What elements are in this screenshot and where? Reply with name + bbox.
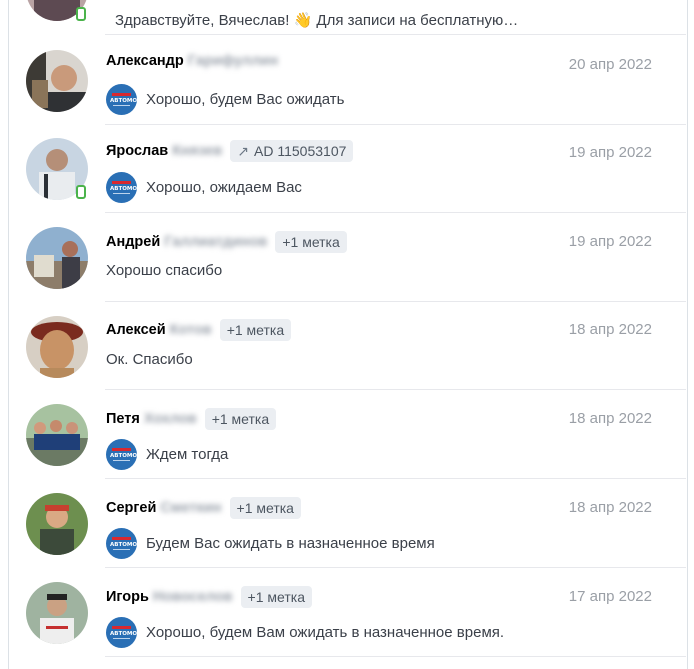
conversation-row[interactable]: Андрей Галлиатдинов +1 метка 19 апр 2022… (8, 214, 686, 302)
divider (105, 656, 686, 657)
first-name: Александр (106, 53, 184, 69)
contact-name[interactable]: Ярослав Князев ↗ AD 115053107 (106, 140, 354, 162)
message-text: Здравствуйте, Вячеслав! 👋 Для записи на … (115, 11, 519, 29)
label-tag[interactable]: +1 метка (229, 497, 301, 519)
last-name-blurred: Котов (169, 322, 212, 338)
community-logo-icon: АВТОМОЙ (106, 617, 137, 648)
message-preview: Хорошо спасибо (106, 262, 222, 279)
divider (105, 478, 686, 479)
online-indicator-icon (76, 185, 86, 199)
message-text: Хорошо, будем Вам ожидать в назначенное … (146, 624, 505, 641)
divider (105, 389, 686, 390)
message-preview: АВТОМОЙ Хорошо, ожидаем Вас (106, 172, 302, 203)
first-name: Игорь (106, 589, 149, 605)
label-tag[interactable]: +1 метка (240, 586, 312, 608)
label-tag[interactable]: +1 метка (219, 319, 292, 341)
first-name: Алексей (106, 322, 166, 338)
contact-name[interactable]: Сергей Сметкин +1 метка (106, 497, 301, 519)
message-preview: Здравствуйте, Вячеслав! 👋 Для записи на … (106, 4, 518, 35)
last-name-blurred: Галлиатдинов (164, 234, 268, 250)
first-name: Сергей (106, 500, 157, 516)
conversation-row[interactable]: Петя Хохлов +1 метка 18 апр 2022 АВТОМОЙ… (8, 391, 686, 479)
message-date: 19 апр 2022 (568, 144, 652, 161)
divider (105, 212, 686, 213)
contact-name[interactable]: Алексей Котов +1 метка (106, 319, 292, 341)
contact-name[interactable]: Андрей Галлиатдинов +1 метка (106, 231, 347, 253)
message-preview: АВТОМОЙ Хорошо, будем Вас ожидать (106, 84, 344, 115)
last-name-blurred: Сметкин (160, 500, 222, 516)
last-name-blurred: Новоселов (152, 589, 233, 605)
last-name-blurred: Князев (172, 143, 223, 159)
first-name: Ярослав (106, 143, 169, 159)
label-tag[interactable]: +1 метка (204, 408, 277, 430)
arrow-up-right-icon: ↗ (237, 143, 250, 159)
contact-name[interactable]: Александр Гарифуллин (106, 53, 278, 69)
message-preview: АВТОМОЙ Будем Вас ожидать в назначенное … (106, 528, 435, 559)
conversation-row[interactable]: Игорь Новоселов +1 метка 17 апр 2022 АВТ… (8, 569, 686, 657)
online-indicator-icon (76, 7, 86, 21)
avatar[interactable] (26, 582, 88, 644)
message-date: 18 апр 2022 (568, 499, 652, 516)
conversation-row[interactable]: Сергей Сметкин +1 метка 18 апр 2022 АВТО… (8, 480, 686, 568)
community-logo-icon: АВТОМОЙ (106, 172, 137, 203)
contact-name[interactable]: Петя Хохлов +1 метка (106, 408, 277, 430)
conversation-row[interactable]: Здравствуйте, Вячеслав! 👋 Для записи на … (8, 0, 686, 35)
message-text: Хорошо, будем Вас ожидать (146, 91, 345, 108)
community-logo-icon: АВТОМОЙ (106, 439, 137, 470)
message-preview: АВТОМОЙ Ждем тогда (106, 439, 228, 470)
conversation-row[interactable]: Алексей Котов +1 метка 18 апр 2022 Ок. С… (8, 302, 686, 390)
contact-name[interactable]: Игорь Новоселов +1 метка (106, 586, 312, 608)
avatar[interactable] (26, 227, 88, 289)
message-date: 20 апр 2022 (568, 56, 652, 73)
label-tag[interactable]: +1 метка (275, 231, 347, 253)
message-text: Ждем тогда (146, 446, 229, 463)
first-name: Петя (106, 411, 140, 427)
first-name: Андрей (106, 234, 161, 250)
avatar[interactable] (26, 316, 88, 378)
message-text: Ок. Спасибо (106, 351, 193, 368)
conversation-row[interactable]: Александр Гарифуллин 20 апр 2022 АВТОМОЙ… (8, 37, 686, 125)
community-logo-icon: АВТОМОЙ (106, 84, 137, 115)
conversation-row[interactable]: Ярослав Князев ↗ AD 115053107 19 апр 2022… (8, 125, 686, 213)
last-name-blurred: Гарифуллин (187, 53, 279, 69)
message-date: 18 апр 2022 (568, 321, 652, 338)
community-logo-icon: АВТОМОЙ (106, 528, 137, 559)
message-preview: Ок. Спасибо (106, 351, 193, 368)
message-text: Хорошо, ожидаем Вас (146, 179, 302, 196)
avatar[interactable] (26, 404, 88, 466)
message-text: Хорошо спасибо (106, 262, 223, 279)
avatar[interactable] (26, 493, 88, 555)
message-date: 19 апр 2022 (568, 233, 652, 250)
message-preview: АВТОМОЙ Хорошо, будем Вам ожидать в назн… (106, 617, 504, 648)
message-date: 18 апр 2022 (568, 410, 652, 427)
last-name-blurred: Хохлов (143, 411, 197, 427)
tag-label: AD 115053107 (254, 143, 347, 159)
message-date: 17 апр 2022 (568, 588, 652, 605)
avatar[interactable] (26, 50, 88, 112)
divider (105, 567, 686, 568)
message-text: Будем Вас ожидать в назначенное время (146, 535, 435, 552)
ad-tag[interactable]: ↗ AD 115053107 (230, 140, 354, 162)
divider (105, 34, 686, 35)
